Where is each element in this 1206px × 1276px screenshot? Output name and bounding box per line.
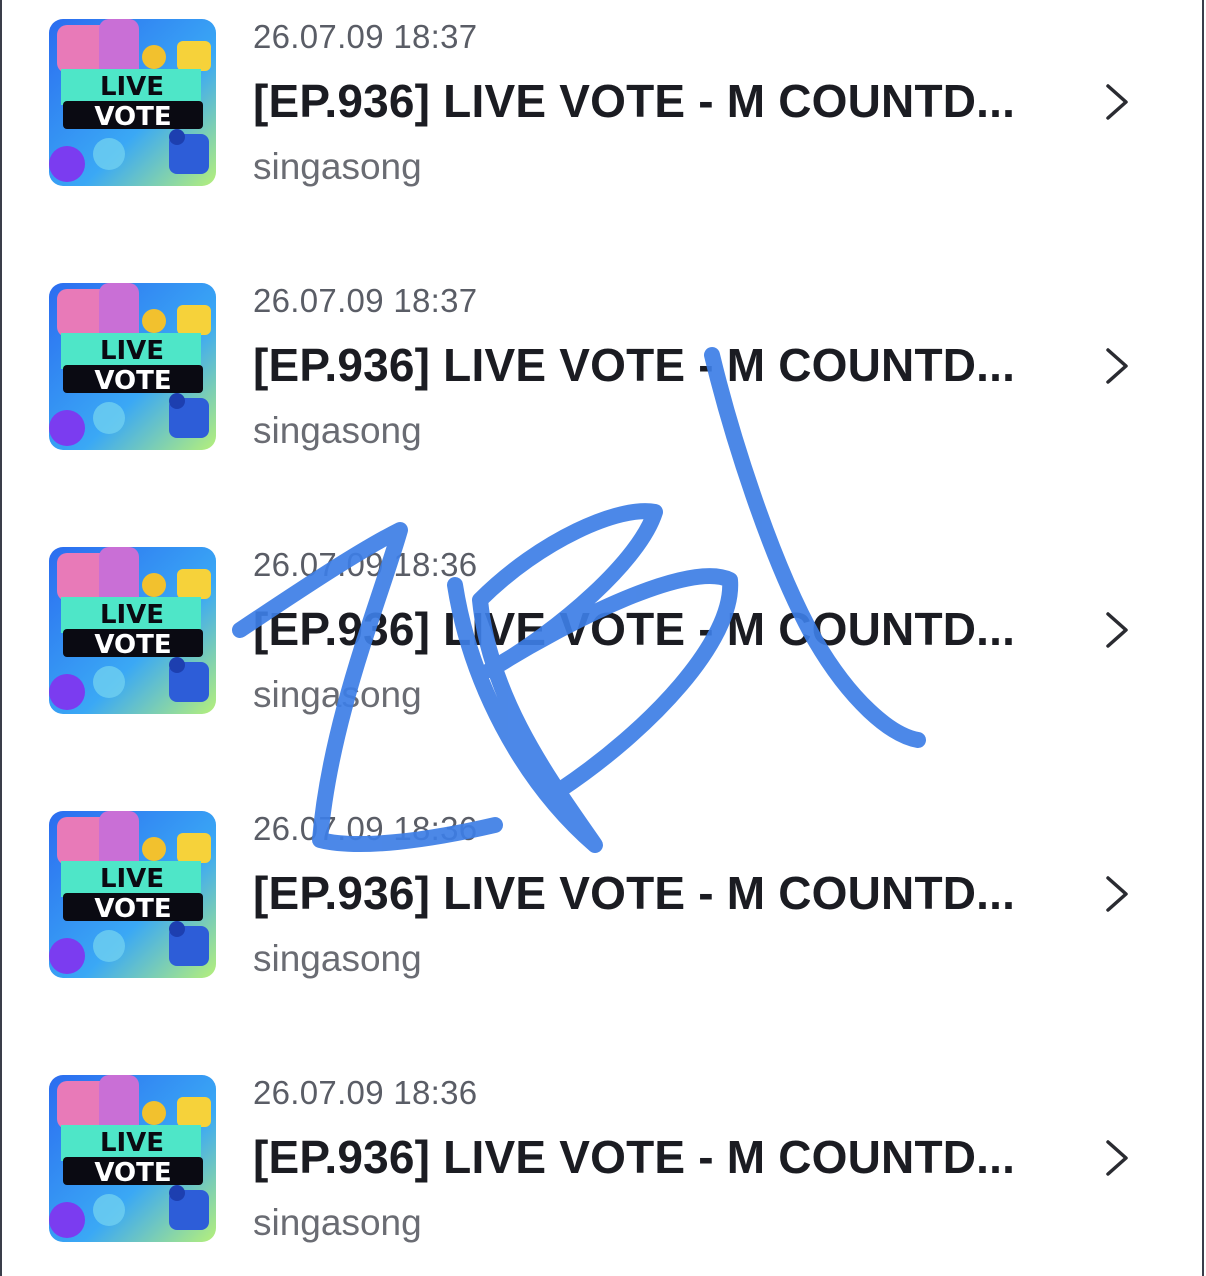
thumb-live-text: LIVE <box>100 336 164 366</box>
thumb-vote-text: VOTE <box>94 1158 171 1188</box>
item-timestamp: 26.07.09 18:36 <box>253 810 478 847</box>
item-title: [EP.936] LIVE VOTE - M COUNTD... <box>253 603 1016 655</box>
live-vote-thumbnail: LIVE VOTE <box>49 19 216 186</box>
list-item[interactable]: LIVE VOTE 26.07.09 18:36 [EP.936] LIVE V… <box>0 792 1206 1012</box>
item-title: [EP.936] LIVE VOTE - M COUNTD... <box>253 339 1016 391</box>
live-vote-thumbnail-art: LIVE VOTE <box>49 547 216 714</box>
live-vote-thumbnail: LIVE VOTE <box>49 811 216 978</box>
item-channel: singasong <box>253 674 422 715</box>
item-channel: singasong <box>253 410 422 451</box>
list-item[interactable]: LIVE VOTE 26.07.09 18:36 [EP.936] LIVE V… <box>0 1056 1206 1276</box>
live-vote-thumbnail-art: LIVE VOTE <box>49 19 216 186</box>
item-channel: singasong <box>253 146 422 187</box>
thumb-live-text: LIVE <box>100 1128 164 1158</box>
item-timestamp: 26.07.09 18:37 <box>253 18 478 55</box>
live-vote-thumbnail: LIVE VOTE <box>49 283 216 450</box>
thumb-vote-text: VOTE <box>94 894 171 924</box>
live-vote-thumbnail: LIVE VOTE <box>49 1075 216 1242</box>
chevron-right-icon[interactable] <box>1100 610 1134 650</box>
list-item[interactable]: LIVE VOTE 26.07.09 18:37 [EP.936] LIVE V… <box>0 0 1206 220</box>
item-channel: singasong <box>253 1202 422 1243</box>
item-channel: singasong <box>253 938 422 979</box>
item-title: [EP.936] LIVE VOTE - M COUNTD... <box>253 75 1016 127</box>
item-timestamp: 26.07.09 18:36 <box>253 1074 478 1111</box>
item-title: [EP.936] LIVE VOTE - M COUNTD... <box>253 1131 1016 1183</box>
item-title: [EP.936] LIVE VOTE - M COUNTD... <box>253 867 1016 919</box>
thumb-vote-text: VOTE <box>94 366 171 396</box>
chevron-right-icon[interactable] <box>1100 82 1134 122</box>
list-item[interactable]: LIVE VOTE 26.07.09 18:37 [EP.936] LIVE V… <box>0 264 1206 484</box>
chevron-right-icon[interactable] <box>1100 874 1134 914</box>
thumb-vote-text: VOTE <box>94 630 171 660</box>
thumb-live-text: LIVE <box>100 864 164 894</box>
chevron-right-icon[interactable] <box>1100 346 1134 386</box>
thumb-vote-text: VOTE <box>94 102 171 132</box>
list-item[interactable]: LIVE VOTE 26.07.09 18:36 [EP.936] LIVE V… <box>0 528 1206 748</box>
chevron-right-icon[interactable] <box>1100 1138 1134 1178</box>
live-vote-thumbnail-art: LIVE VOTE <box>49 811 216 978</box>
thumb-live-text: LIVE <box>100 600 164 630</box>
item-timestamp: 26.07.09 18:37 <box>253 282 478 319</box>
live-vote-thumbnail-art: LIVE VOTE <box>49 1075 216 1242</box>
live-vote-thumbnail-art: LIVE VOTE <box>49 283 216 450</box>
thumb-live-text: LIVE <box>100 72 164 102</box>
live-vote-thumbnail: LIVE VOTE <box>49 547 216 714</box>
item-timestamp: 26.07.09 18:36 <box>253 546 478 583</box>
